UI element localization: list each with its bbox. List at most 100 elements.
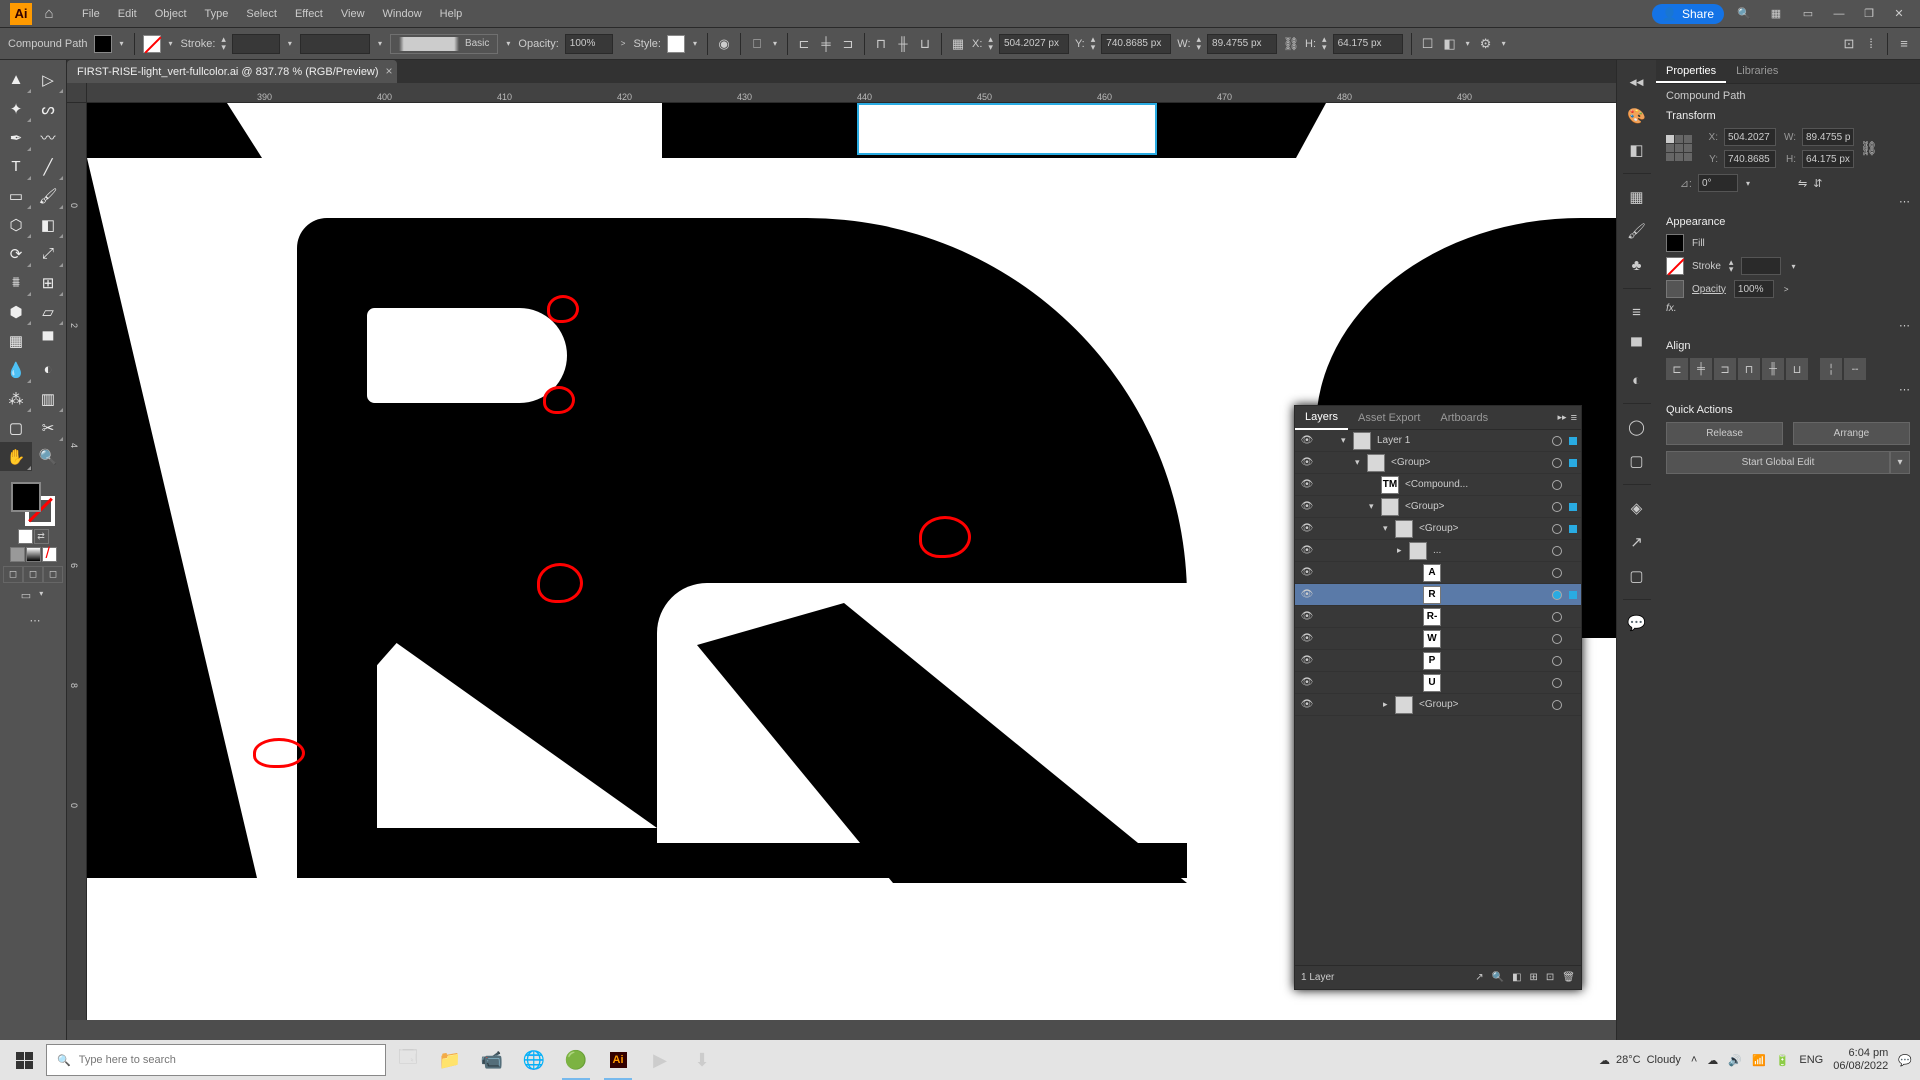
menu-view[interactable]: View (333, 4, 373, 24)
visibility-toggle[interactable]: 👁 (1295, 677, 1319, 688)
target-icon[interactable] (1547, 436, 1567, 446)
slice-tool[interactable]: ✂ (32, 413, 64, 442)
align-top-icon[interactable]: ⊓ (873, 36, 889, 52)
appearance-opacity-swatch[interactable] (1666, 280, 1684, 298)
visibility-toggle[interactable]: 👁 (1295, 479, 1319, 490)
color-panel-icon[interactable]: 🎨 (1623, 102, 1651, 130)
prop-w-input[interactable] (1802, 128, 1854, 146)
stroke-weight-input[interactable] (232, 34, 280, 54)
screen-mode-icon[interactable]: ▭ (21, 589, 31, 602)
visibility-toggle[interactable]: 👁 (1295, 545, 1319, 556)
align-bottom-icon[interactable]: ⊔ (917, 36, 933, 52)
x-stepper[interactable]: ▴▾ (988, 36, 993, 50)
target-icon[interactable] (1547, 524, 1567, 534)
symbols-panel-icon[interactable]: ♣ (1623, 251, 1651, 279)
target-icon[interactable] (1547, 458, 1567, 468)
asset-export-panel-icon[interactable]: ↗ (1623, 528, 1651, 556)
angle-input[interactable] (1698, 174, 1738, 192)
swatches-panel-icon[interactable]: ▦ (1623, 183, 1651, 211)
stroke-panel-icon[interactable]: ≡ (1623, 298, 1651, 326)
w-stepper[interactable]: ▴▾ (1197, 36, 1202, 50)
gradient-panel-icon[interactable]: ▀ (1623, 332, 1651, 360)
layer-row[interactable]: 👁A (1295, 562, 1581, 584)
visibility-toggle[interactable]: 👁 (1295, 501, 1319, 512)
eraser-tool[interactable]: ◧ (32, 210, 64, 239)
workspace-icon[interactable]: ▭ (1796, 2, 1820, 26)
pref-dd[interactable]: ▾ (1500, 39, 1508, 48)
tab-artboards[interactable]: Artboards (1430, 407, 1498, 429)
expand-arrow[interactable]: ▾ (1341, 435, 1351, 446)
perspective-tool[interactable]: ▱ (32, 297, 64, 326)
shape-builder-tool[interactable]: ⬢ (0, 297, 32, 326)
flip-h-icon[interactable]: ⇋ (1798, 177, 1807, 190)
layer-row[interactable]: 👁▸<Group> (1295, 694, 1581, 716)
menu-effect[interactable]: Effect (287, 4, 331, 24)
w-input[interactable] (1207, 34, 1277, 54)
link-wh-icon[interactable]: ⛓ (1283, 36, 1299, 52)
visibility-toggle[interactable]: 👁 (1295, 457, 1319, 468)
tab-properties[interactable]: Properties (1656, 60, 1726, 83)
expand-arrow[interactable]: ▾ (1383, 523, 1393, 534)
weather-widget[interactable]: ☁ 28°C Cloudy (1599, 1054, 1681, 1067)
align-hcenter-icon[interactable]: ╪ (818, 36, 834, 52)
layer-row[interactable]: 👁▾<Group> (1295, 452, 1581, 474)
tab-asset-export[interactable]: Asset Export (1348, 407, 1430, 429)
layer-row[interactable]: 👁R (1295, 584, 1581, 606)
eyedropper-tool[interactable]: 💧 (0, 355, 32, 384)
align-to-icon[interactable]: ⎕ (749, 36, 765, 52)
start-button[interactable] (4, 1040, 44, 1080)
ruler-origin[interactable] (67, 83, 87, 103)
x-input[interactable] (999, 34, 1069, 54)
paintbrush-tool[interactable]: 🖌 (32, 181, 64, 210)
fill-swatch[interactable] (94, 35, 112, 53)
new-sublayer-icon[interactable]: ⊞ (1530, 972, 1538, 983)
style-swatch[interactable] (667, 35, 685, 53)
align-right-icon[interactable]: ⊐ (840, 36, 856, 52)
direct-selection-tool[interactable]: ▷ (32, 65, 64, 94)
expand-arrow[interactable]: ▾ (1369, 501, 1379, 512)
visibility-toggle[interactable]: 👁 (1295, 655, 1319, 666)
home-icon[interactable]: ⌂ (38, 3, 60, 25)
stroke-weight-stepper[interactable]: ▴▾ (1729, 259, 1734, 273)
stroke-weight-input-2[interactable] (1741, 257, 1781, 275)
target-icon[interactable] (1547, 612, 1567, 622)
target-icon[interactable] (1547, 590, 1567, 600)
explorer-icon[interactable]: 📁 (430, 1040, 470, 1080)
dist-v-btn[interactable]: ╌ (1844, 358, 1866, 380)
appearance-fill-swatch[interactable] (1666, 234, 1684, 252)
global-edit-button[interactable]: Start Global Edit (1666, 451, 1890, 474)
stroke-dd-2[interactable]: ▾ (1789, 262, 1797, 271)
pref-icon[interactable]: ⚙ (1478, 36, 1494, 52)
menu-file[interactable]: File (74, 4, 108, 24)
ruler-horizontal[interactable]: 390 400 410 420 430 440 450 460 470 480 … (87, 83, 1616, 103)
target-icon[interactable] (1547, 656, 1567, 666)
prop-x-input[interactable] (1724, 128, 1776, 146)
layer-row[interactable]: 👁▾<Group> (1295, 518, 1581, 540)
appearance-panel-icon[interactable]: ◯ (1623, 413, 1651, 441)
opacity-dropdown[interactable]: > (619, 39, 628, 48)
align-left-btn[interactable]: ⊏ (1666, 358, 1688, 380)
graphic-styles-panel-icon[interactable]: ▢ (1623, 447, 1651, 475)
visibility-toggle[interactable]: 👁 (1295, 523, 1319, 534)
align-left-icon[interactable]: ⊏ (796, 36, 812, 52)
gradient-tool[interactable]: ▀ (32, 326, 64, 355)
visibility-toggle[interactable]: 👁 (1295, 567, 1319, 578)
curvature-tool[interactable]: 〰 (32, 123, 64, 152)
scale-tool[interactable]: ⤢ (32, 239, 64, 268)
dock-arrow-icon[interactable]: ◀◀ (1623, 68, 1651, 96)
mesh-tool[interactable]: ▦ (0, 326, 32, 355)
transform-more-icon[interactable]: ⋯ (1899, 196, 1910, 208)
prop-h-input[interactable] (1802, 150, 1854, 168)
tab-layers[interactable]: Layers (1295, 406, 1348, 430)
panel-menu-icon[interactable]: ≡ (1571, 412, 1577, 424)
gradient-mode-icon[interactable] (26, 547, 41, 562)
align-right-btn[interactable]: ⊐ (1714, 358, 1736, 380)
collapse-icon[interactable]: ▸▸ (1558, 412, 1567, 423)
layer-row[interactable]: 👁R- (1295, 606, 1581, 628)
rotate-tool[interactable]: ⟳ (0, 239, 32, 268)
window-restore-icon[interactable]: ❐ (1858, 5, 1880, 23)
visibility-toggle[interactable]: 👁 (1295, 611, 1319, 622)
search-icon[interactable]: 🔍 (1732, 2, 1756, 26)
flip-v-icon[interactable]: ⇵ (1813, 177, 1822, 190)
expand-arrow[interactable]: ▸ (1397, 545, 1407, 556)
